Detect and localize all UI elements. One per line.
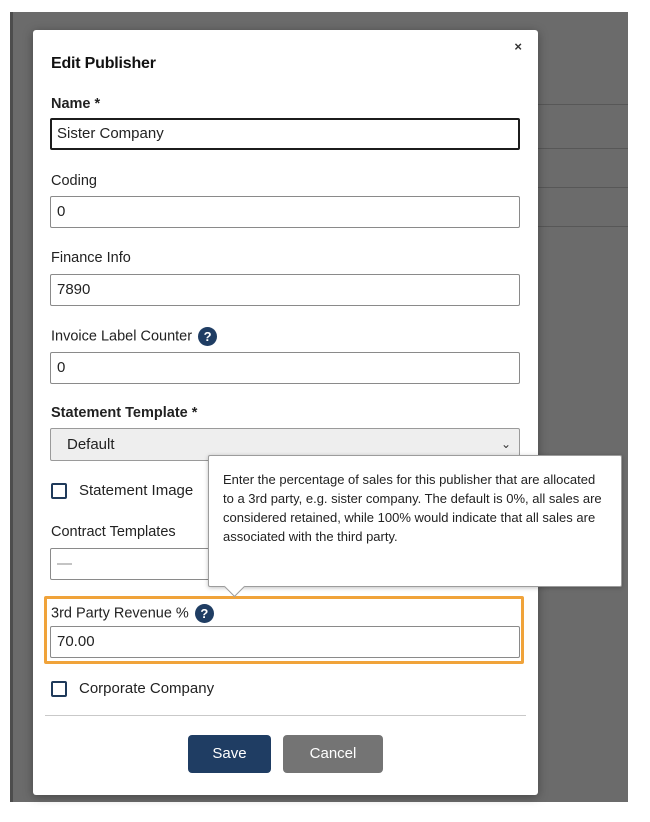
backdrop-row-line — [535, 187, 628, 188]
coding-input[interactable]: 0 — [50, 196, 520, 228]
backdrop-row-line — [535, 104, 628, 105]
question-circle-icon[interactable]: ? — [198, 327, 218, 346]
save-button[interactable]: Save — [188, 735, 271, 773]
statement-template-selected: Default — [67, 436, 115, 453]
corporate-company-checkbox[interactable] — [51, 680, 67, 697]
question-circle-icon[interactable]: ? — [194, 604, 214, 623]
third-party-revenue-input[interactable]: 70.00 — [50, 626, 520, 658]
help-tooltip: Enter the percentage of sales for this p… — [208, 455, 622, 598]
coding-label: Coding — [51, 173, 97, 189]
name-input[interactable]: Sister Company — [50, 118, 520, 150]
dialog-title: Edit Publisher — [51, 55, 156, 72]
invoice-label-counter-text: Invoice Label Counter — [51, 328, 193, 345]
tooltip-text: Enter the percentage of sales for this p… — [223, 472, 602, 544]
invoice-label-counter-input[interactable]: 0 — [50, 352, 520, 384]
invoice-label-counter-label: Invoice Label Counter? — [51, 327, 218, 346]
close-icon[interactable]: × — [514, 40, 522, 53]
finance-info-label: Finance Info — [51, 250, 131, 266]
contract-templates-label: Contract Templates — [51, 524, 176, 540]
statement-template-label: Statement Template * — [51, 405, 198, 421]
statement-image-checkbox[interactable] — [51, 482, 67, 499]
footer-divider — [45, 715, 526, 716]
name-label: Name * — [51, 96, 101, 112]
third-party-revenue-text: 3rd Party Revenue % — [51, 605, 189, 622]
statement-image-label: Statement Image — [79, 482, 194, 499]
corporate-company-label: Corporate Company — [79, 680, 215, 697]
corporate-company-option[interactable]: Corporate Company — [51, 680, 214, 697]
backdrop-row-line — [535, 148, 628, 149]
cancel-button[interactable]: Cancel — [283, 735, 383, 773]
third-party-revenue-label: 3rd Party Revenue %? — [51, 604, 214, 623]
backdrop-row-line — [535, 226, 628, 227]
finance-info-input[interactable]: 7890 — [50, 274, 520, 306]
statement-image-option[interactable]: Statement Image — [51, 482, 193, 499]
backdrop-edge — [10, 12, 13, 802]
edit-publisher-dialog: × Edit Publisher Name * Sister Company C… — [33, 30, 538, 795]
